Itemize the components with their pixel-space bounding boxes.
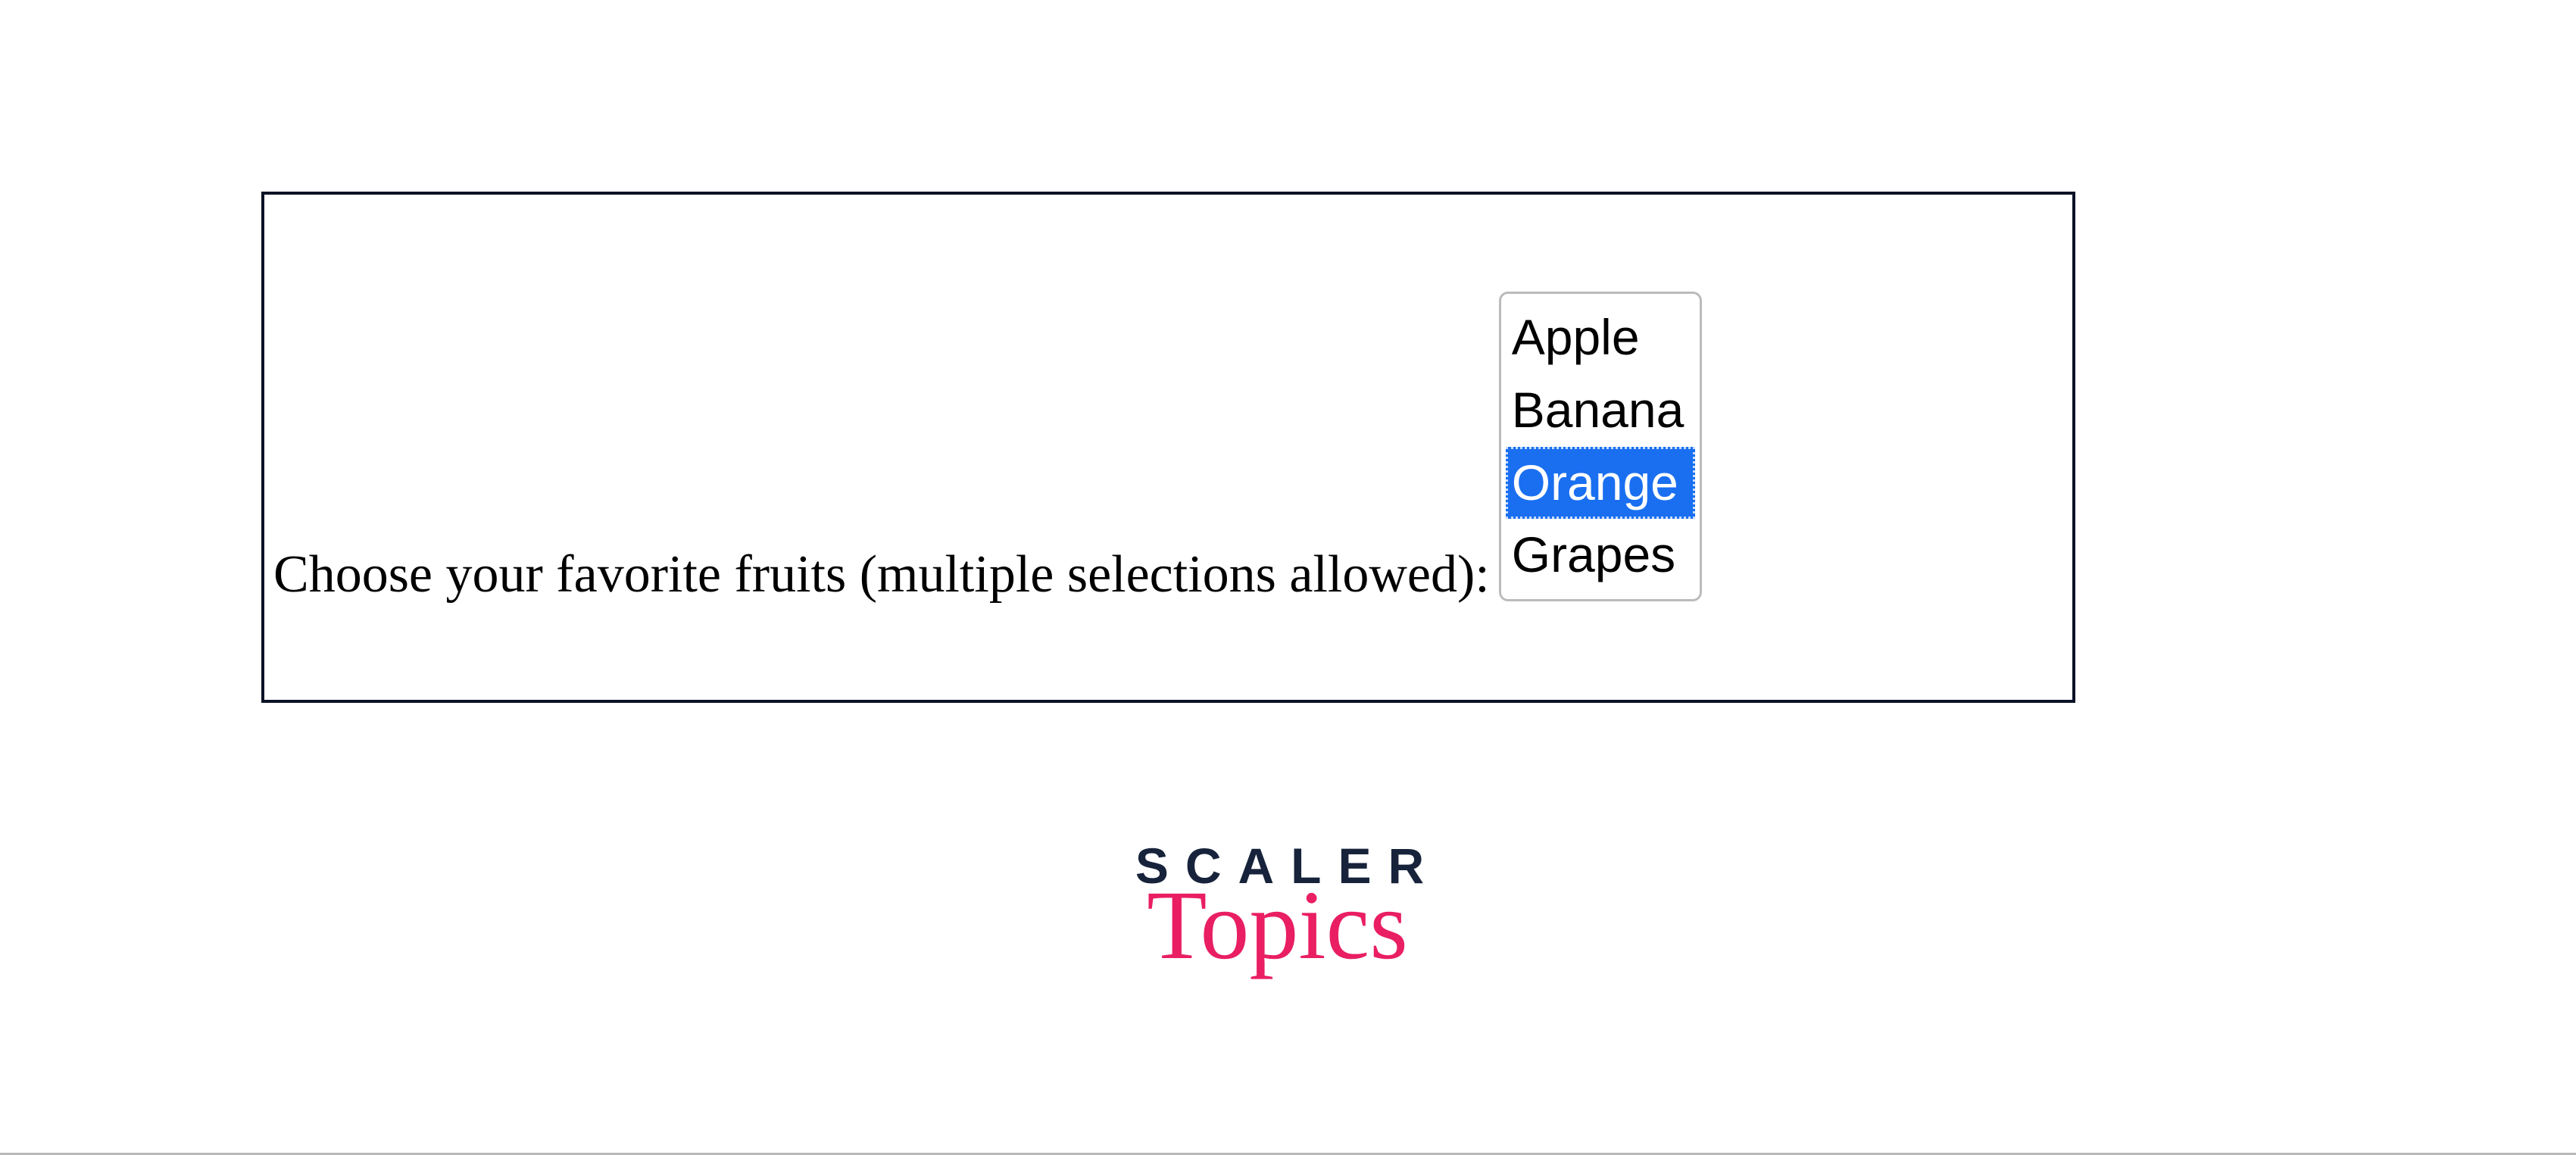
form-container: Choose your favorite fruits (multiple se… [261, 192, 2075, 703]
select-label: Choose your favorite fruits (multiple se… [273, 548, 1490, 601]
option-banana[interactable]: Banana [1501, 374, 1700, 447]
option-apple[interactable]: Apple [1501, 301, 1700, 374]
scaler-topics-logo: SCALER Topics [1135, 841, 1441, 965]
fruits-multiselect[interactable]: Apple Banana Orange Grapes [1499, 292, 1702, 601]
logo-text-topics: Topics [1125, 886, 1430, 965]
form-row: Choose your favorite fruits (multiple se… [264, 292, 1702, 601]
option-orange[interactable]: Orange [1506, 447, 1695, 520]
option-grapes[interactable]: Grapes [1501, 519, 1700, 592]
